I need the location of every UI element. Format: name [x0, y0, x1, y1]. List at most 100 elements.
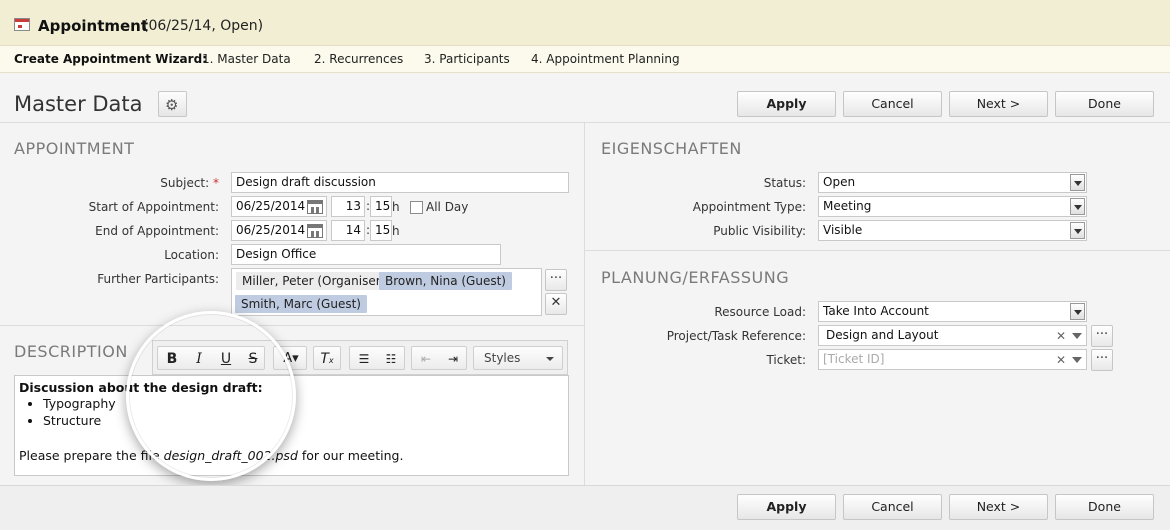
resource-load-select[interactable]: Take Into Account — [818, 301, 1087, 322]
description-editor[interactable]: Discussion about the design draft: Typog… — [14, 375, 569, 476]
required-marker: * — [213, 176, 219, 190]
numbered-list-icon[interactable]: ☰ — [353, 349, 375, 369]
status-value: Open — [823, 175, 856, 189]
bold-button[interactable]: B — [161, 349, 183, 369]
editor-text: for our meeting. — [297, 448, 404, 463]
participants-clear-button[interactable]: ✕ — [545, 293, 567, 315]
cancel-button[interactable]: Cancel — [843, 91, 942, 117]
start-label: Start of Appointment: — [88, 200, 219, 214]
page-title: Master Data — [14, 92, 143, 116]
editor-bullet-item: Structure — [43, 412, 564, 429]
start-hour-unit: h — [392, 200, 400, 214]
done-button[interactable]: Done — [1055, 91, 1154, 117]
participants-more-button[interactable]: ··· — [545, 269, 567, 291]
editor-text: Please prepare the file — [19, 448, 164, 463]
styles-label: Styles — [484, 351, 521, 365]
start-hour-field[interactable]: 13 — [331, 196, 365, 217]
chevron-down-icon — [1070, 174, 1085, 191]
footer-next-button[interactable]: Next > — [949, 494, 1048, 520]
end-minute-field[interactable]: 15 — [370, 220, 392, 241]
indent-group: ⇤ ⇥ — [411, 346, 467, 370]
status-label: Status: — [763, 176, 806, 190]
format-group: B I U S — [157, 346, 265, 370]
styles-dropdown[interactable]: Styles — [473, 346, 563, 370]
editor-bullet-list: Typography Structure — [43, 395, 564, 429]
wizard-step-recurrences[interactable]: 2. Recurrences — [314, 52, 403, 66]
ticket-combo[interactable]: [Ticket ID] ✕ — [818, 349, 1087, 370]
footer-bar: Apply Cancel Next > Done — [0, 485, 1170, 530]
visibility-select[interactable]: Visible — [818, 220, 1087, 241]
location-field[interactable]: Design Office — [231, 244, 501, 265]
chevron-down-icon — [1070, 198, 1085, 215]
clear-icon[interactable]: ✕ — [1056, 351, 1066, 369]
participant-chip[interactable]: Brown, Nina (Guest) — [379, 272, 512, 290]
resource-load-label: Resource Load: — [714, 305, 806, 319]
participants-label: Further Participants: — [97, 272, 219, 286]
participants-field[interactable]: Miller, Peter (Organiser) Brown, Nina (G… — [231, 268, 542, 316]
footer-done-button[interactable]: Done — [1055, 494, 1154, 520]
all-day-checkbox[interactable] — [410, 201, 423, 214]
participant-chip[interactable]: Miller, Peter (Organiser) — [236, 272, 392, 290]
editor-filename: design_draft_002.psd — [163, 448, 298, 463]
chevron-down-icon[interactable] — [1072, 333, 1082, 339]
subject-field[interactable]: Design draft discussion — [231, 172, 569, 193]
bulleted-list-icon[interactable]: ☷ — [380, 349, 402, 369]
visibility-label: Public Visibility: — [713, 224, 806, 238]
end-hour-field[interactable]: 14 — [331, 220, 365, 241]
appointment-type-value: Meeting — [823, 199, 872, 213]
editor-toolbar: B I U S A▾ Tx ☰ ☷ ⇤ ⇥ Styles — [152, 340, 568, 375]
editor-bullet-item: Typography — [43, 395, 564, 412]
appointment-type-select[interactable]: Meeting — [818, 196, 1087, 217]
strikethrough-button[interactable]: S — [242, 349, 264, 369]
wizard-bar: Create Appointment Wizard: 1. Master Dat… — [0, 46, 1170, 73]
page-toolbar: Master Data ⚙ Apply Cancel Next > Done — [0, 73, 1170, 123]
subject-label-text: Subject: — [160, 176, 210, 190]
clear-format-group: Tx — [313, 346, 341, 370]
font-color-icon[interactable]: A▾ — [276, 349, 306, 369]
properties-heading: EIGENSCHAFTEN — [601, 139, 742, 158]
start-minute-field[interactable]: 15 — [370, 196, 392, 217]
ticket-placeholder: [Ticket ID] — [823, 352, 885, 366]
clear-format-icon[interactable]: Tx — [316, 349, 338, 369]
end-label: End of Appointment: — [95, 224, 219, 238]
project-reference-value: Design and Layout — [826, 328, 939, 342]
indent-icon[interactable]: ⇥ — [442, 349, 464, 369]
project-reference-more-button[interactable]: ··· — [1091, 325, 1113, 347]
wizard-step-appointment-planning[interactable]: 4. Appointment Planning — [531, 52, 680, 66]
list-group: ☰ ☷ — [349, 346, 405, 370]
end-date-calendar-icon[interactable] — [307, 224, 323, 238]
calendar-icon — [14, 18, 30, 31]
footer-cancel-button[interactable]: Cancel — [843, 494, 942, 520]
start-date-calendar-icon[interactable] — [307, 200, 323, 214]
section-divider — [0, 325, 584, 326]
editor-paragraph: Please prepare the file design_draft_002… — [19, 448, 564, 463]
window-title: Appointment — [38, 17, 149, 35]
footer-apply-button[interactable]: Apply — [737, 494, 836, 520]
participant-chip[interactable]: Smith, Marc (Guest) — [235, 295, 367, 313]
chevron-down-icon[interactable] — [1072, 357, 1082, 363]
description-heading: DESCRIPTION — [14, 342, 128, 361]
appointment-heading: APPOINTMENT — [14, 139, 135, 158]
subject-label: Subject: * — [60, 176, 219, 190]
gear-icon: ⚙ — [165, 96, 179, 114]
project-reference-combo[interactable]: Design and Layout ✕ — [818, 325, 1087, 346]
clear-icon[interactable]: ✕ — [1056, 327, 1066, 345]
wizard-step-participants[interactable]: 3. Participants — [424, 52, 510, 66]
project-reference-label: Project/Task Reference: — [666, 329, 806, 343]
end-hour-unit: h — [392, 224, 400, 238]
ticket-more-button[interactable]: ··· — [1091, 349, 1113, 371]
status-select[interactable]: Open — [818, 172, 1087, 193]
settings-button[interactable]: ⚙ — [158, 91, 187, 117]
appointment-type-label: Appointment Type: — [692, 200, 806, 214]
underline-button[interactable]: U — [215, 349, 237, 369]
all-day-label: All Day — [426, 200, 469, 214]
wizard-step-master-data[interactable]: 1. Master Data — [202, 52, 291, 66]
font-color-group: A▾ — [273, 346, 307, 370]
apply-button[interactable]: Apply — [737, 91, 836, 117]
planning-heading: PLANUNG/ERFASSUNG — [601, 268, 790, 287]
next-button[interactable]: Next > — [949, 91, 1048, 117]
visibility-value: Visible — [823, 223, 863, 237]
outdent-icon[interactable]: ⇤ — [415, 349, 437, 369]
italic-button[interactable]: I — [188, 349, 210, 369]
location-label: Location: — [164, 248, 219, 262]
